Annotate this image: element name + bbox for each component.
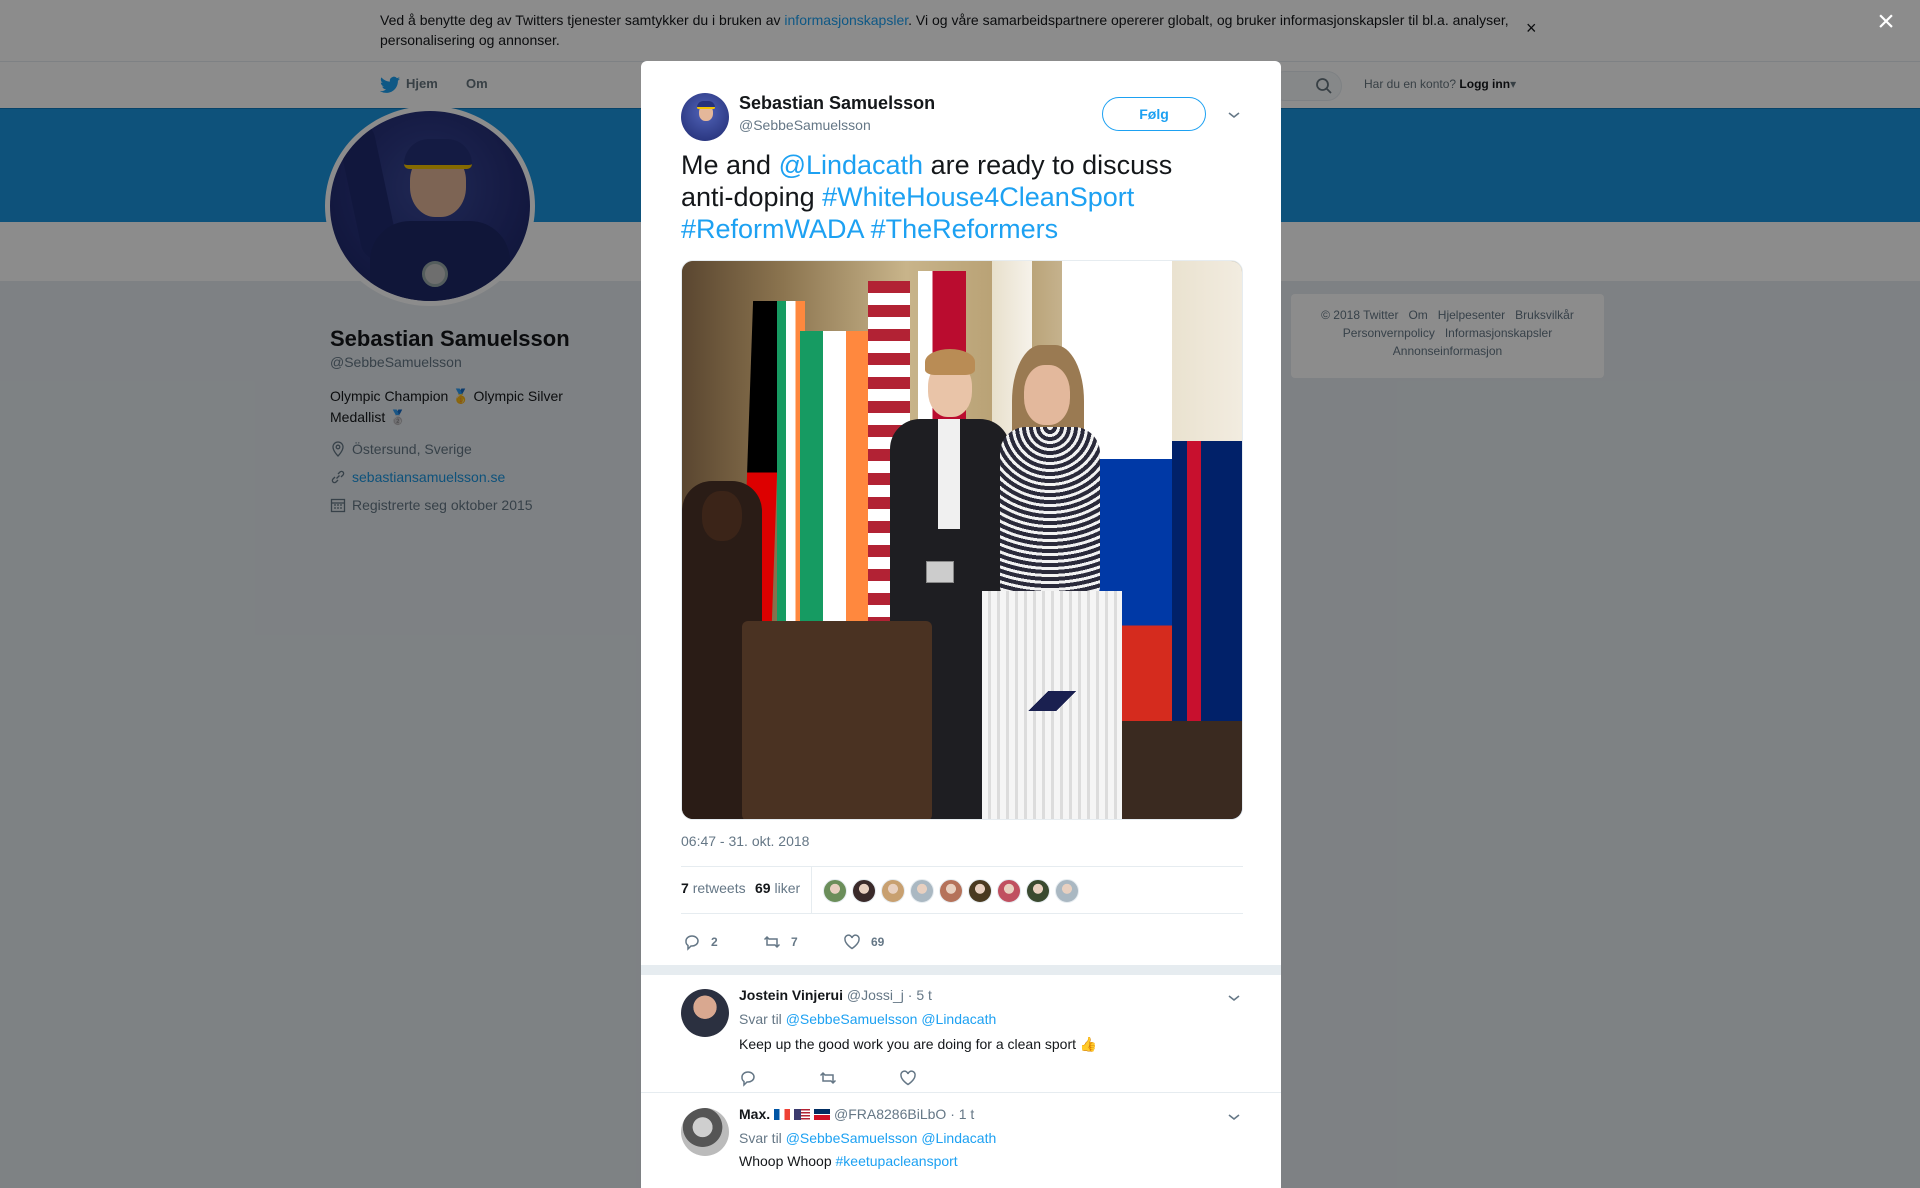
- chevron-down-icon[interactable]: [1227, 110, 1241, 120]
- reply-time[interactable]: · 5 t: [908, 987, 932, 1003]
- author-handle[interactable]: @SebbeSamuelsson: [739, 117, 871, 133]
- reply-icon[interactable]: [739, 1069, 757, 1087]
- retweet-button[interactable]: 7: [763, 933, 798, 951]
- retweets-stat[interactable]: 7 retweets: [681, 880, 746, 896]
- liker-avatar[interactable]: [881, 879, 905, 903]
- follow-button[interactable]: Følg: [1102, 97, 1206, 131]
- liker-avatars: [823, 879, 1079, 903]
- reply-author-handle[interactable]: @Jossi_j: [847, 987, 904, 1003]
- liker-avatar[interactable]: [910, 879, 934, 903]
- reply-tweet[interactable]: Jostein Vinjerui @Jossi_j · 5 t Svar til…: [641, 975, 1281, 1093]
- tweet-text: Me and @Lindacath are ready to discuss a…: [681, 150, 1173, 244]
- reply-author-handle[interactable]: @FRA8286BiLbO: [834, 1106, 946, 1122]
- mention-link[interactable]: @Lindacath: [921, 1130, 996, 1146]
- like-button[interactable]: 69: [843, 933, 884, 951]
- reply-avatar[interactable]: [681, 1108, 729, 1156]
- reply-text: Whoop Whoop #keetupacleansport: [739, 1153, 958, 1169]
- hashtag-link[interactable]: #ReformWADA: [681, 214, 863, 244]
- heart-icon[interactable]: [899, 1069, 917, 1087]
- liker-avatar[interactable]: [823, 879, 847, 903]
- heart-icon: [844, 934, 860, 950]
- likes-stat[interactable]: 69 liker: [755, 880, 800, 896]
- mention-link[interactable]: @SebbeSamuelsson: [786, 1011, 918, 1027]
- section-divider: [641, 965, 1281, 975]
- tweet-photo[interactable]: [681, 260, 1243, 820]
- reply-header: Jostein Vinjerui @Jossi_j · 5 t: [739, 987, 932, 1003]
- like-count: 69: [871, 935, 885, 949]
- reply-author-name[interactable]: Max.: [739, 1106, 770, 1122]
- reply-count: 2: [711, 935, 718, 949]
- tweet-actions: 2 7 69: [681, 923, 1243, 963]
- liker-avatar[interactable]: [997, 879, 1021, 903]
- mention-link[interactable]: @Lindacath: [779, 150, 924, 180]
- liker-avatar[interactable]: [1055, 879, 1079, 903]
- liker-avatar[interactable]: [968, 879, 992, 903]
- close-icon[interactable]: ×: [1874, 7, 1898, 37]
- chevron-down-icon[interactable]: [1227, 1112, 1241, 1122]
- tweet-stats: 7 retweets 69 liker: [681, 866, 1243, 914]
- hashtag-link[interactable]: #TheReformers: [871, 214, 1059, 244]
- reply-actions: [739, 1069, 917, 1087]
- reply-button[interactable]: 2: [683, 933, 718, 951]
- reply-author-name[interactable]: Jostein Vinjerui: [739, 987, 843, 1003]
- tweet-modal: Sebastian Samuelsson @SebbeSamuelsson Fø…: [641, 61, 1281, 1188]
- stats-divider: [811, 867, 812, 914]
- reply-icon: [685, 935, 699, 951]
- mention-link[interactable]: @Lindacath: [921, 1011, 996, 1027]
- hashtag-link[interactable]: #WhiteHouse4CleanSport: [822, 182, 1134, 212]
- liker-avatar[interactable]: [852, 879, 876, 903]
- reply-to-line: Svar til @SebbeSamuelsson @Lindacath: [739, 1011, 997, 1027]
- dominican-flag-icon: [814, 1109, 831, 1120]
- author-name[interactable]: Sebastian Samuelsson: [739, 93, 935, 114]
- author-avatar[interactable]: [681, 93, 729, 141]
- mention-link[interactable]: @SebbeSamuelsson: [786, 1130, 918, 1146]
- retweet-icon: [763, 935, 781, 949]
- retweet-count: 7: [791, 935, 798, 949]
- hashtag-link[interactable]: #keetupacleansport: [836, 1153, 958, 1169]
- usa-flag-icon: [794, 1109, 811, 1120]
- tweet-timestamp[interactable]: 06:47 - 31. okt. 2018: [681, 833, 809, 849]
- liker-avatar[interactable]: [939, 879, 963, 903]
- reply-header: Max. @FRA8286BiLbO · 1 t: [739, 1106, 974, 1122]
- reply-tweet[interactable]: Max. @FRA8286BiLbO · 1 t Svar til @Sebbe…: [641, 1094, 1281, 1188]
- reply-to-line: Svar til @SebbeSamuelsson @Lindacath: [739, 1130, 997, 1146]
- retweet-icon[interactable]: [819, 1069, 837, 1087]
- reply-text: Keep up the good work you are doing for …: [739, 1036, 1098, 1052]
- chevron-down-icon[interactable]: [1227, 993, 1241, 1003]
- reply-avatar[interactable]: [681, 989, 729, 1037]
- france-flag-icon: [774, 1109, 791, 1120]
- reply-time[interactable]: · 1 t: [950, 1106, 974, 1122]
- liker-avatar[interactable]: [1026, 879, 1050, 903]
